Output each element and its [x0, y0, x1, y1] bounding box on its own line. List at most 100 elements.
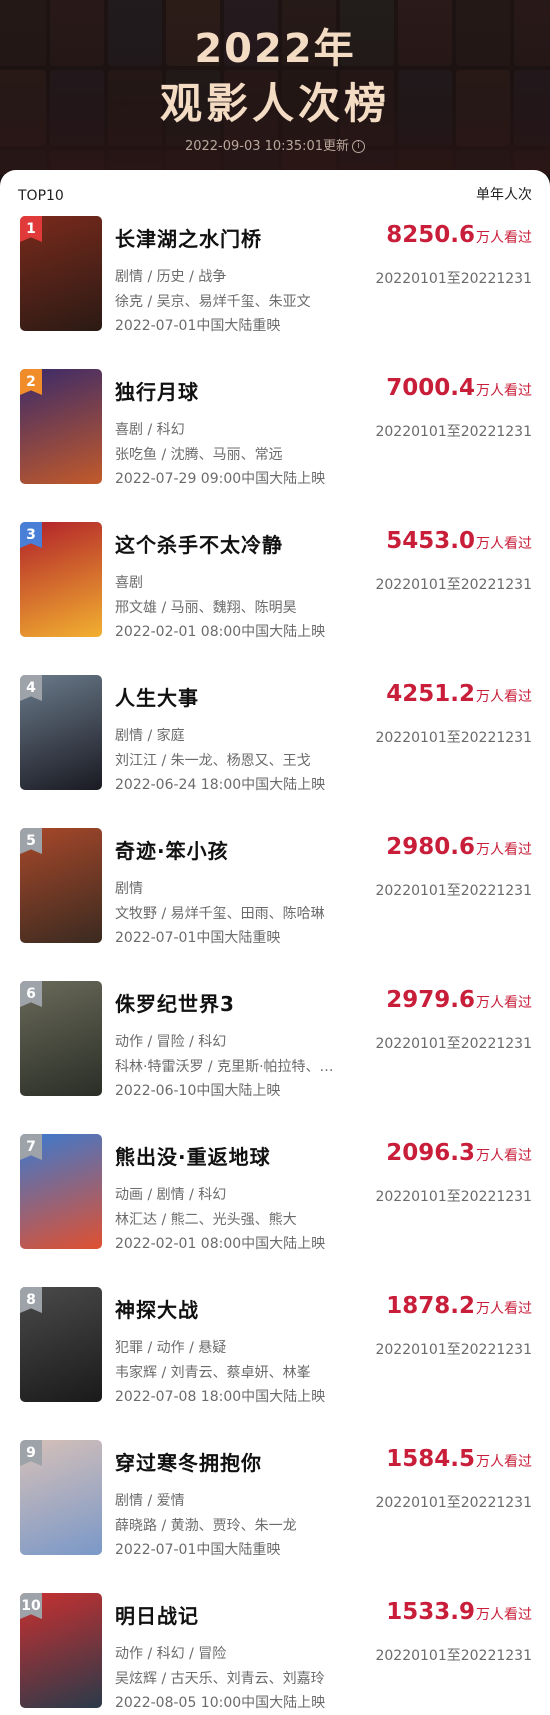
count-period: 20220101至20221231 [375, 271, 532, 287]
viewer-count-unit: 万人看过 [476, 689, 532, 705]
movie-title: 穿过寒冬拥抱你 [115, 1451, 262, 1475]
movie-poster[interactable]: 1 [20, 216, 102, 331]
movie-poster[interactable]: 2 [20, 369, 102, 484]
top10-label: TOP10 [18, 188, 64, 204]
update-time: 2022-09-03 10:35:01更新 i [0, 135, 550, 154]
count-period: 20220101至20221231 [375, 1495, 532, 1511]
movie-genre: 犯罪 / 动作 / 悬疑 [115, 1340, 227, 1356]
viewer-count: 7000.4万人看过 [386, 375, 532, 401]
ranking-card: TOP10 单年人次 1 长津湖之水门桥 8250.6万人看过剧情 / 历史 / 战… [0, 170, 550, 1715]
release-info: 2022-02-01 08:00中国大陆上映 [115, 624, 326, 640]
release-info: 2022-08-05 10:00中国大陆上映 [115, 1695, 326, 1711]
release-info: 2022-07-01中国大陆重映 [115, 1542, 281, 1558]
movie-title: 侏罗纪世界3 [115, 992, 235, 1016]
movie-genre: 动画 / 剧情 / 科幻 [115, 1187, 227, 1203]
movie-row[interactable]: 5 奇迹·笨小孩 2980.6万人看过剧情 20220101至20221231 文牧野 … [0, 816, 550, 969]
viewer-count: 1533.9万人看过 [386, 1599, 532, 1625]
movie-genre: 动作 / 冒险 / 科幻 [115, 1034, 227, 1050]
movie-cast: 林汇达 / 熊二、光头强、熊大 [115, 1212, 297, 1228]
viewer-count: 8250.6万人看过 [386, 222, 532, 248]
movie-row[interactable]: 2 独行月球 7000.4万人看过喜剧 / 科幻 20220101至20221231 张… [0, 357, 550, 510]
movie-title: 这个杀手不太冷静 [115, 533, 283, 557]
movie-cast: 文牧野 / 易烊千玺、田雨、陈哈琳 [115, 906, 325, 922]
movie-poster[interactable]: 4 [20, 675, 102, 790]
viewer-count-unit: 万人看过 [476, 1607, 532, 1623]
movie-title: 明日战记 [115, 1604, 199, 1628]
movie-title: 独行月球 [115, 380, 199, 404]
release-info: 2022-06-10中国大陆上映 [115, 1083, 281, 1099]
movie-row[interactable]: 4 人生大事 4251.2万人看过 剧情 / 家庭 20220101至20221231 刘… [0, 663, 550, 816]
viewer-count: 2096.3万人看过 [386, 1140, 532, 1166]
movie-poster[interactable]: 6 [20, 981, 102, 1096]
release-info: 2022-07-01中国大陆重映 [115, 318, 281, 334]
movie-title: 奇迹·笨小孩 [115, 839, 229, 863]
movie-poster[interactable]: 7 [20, 1134, 102, 1249]
release-info: 2022-07-29 09:00中国大陆上映 [115, 471, 326, 487]
viewer-count-value: 7000.4 [386, 375, 475, 401]
viewer-count-unit: 万人看过 [476, 230, 532, 246]
movie-title: 长津湖之水门桥 [115, 227, 262, 251]
viewer-count: 2980.6万人看过 [386, 834, 532, 860]
movie-cast: 徐克 / 吴京、易烊千玺、朱亚文 [115, 294, 311, 310]
count-period: 20220101至20221231 [375, 1648, 532, 1664]
annual-count-label: 单年人次 [476, 187, 532, 203]
list-title: 观影人次榜 [159, 79, 390, 128]
info-icon[interactable]: i [352, 140, 366, 153]
viewer-count-value: 1584.5 [386, 1446, 475, 1472]
year-title: 2022年 [194, 26, 356, 72]
viewer-count-unit: 万人看过 [476, 1148, 532, 1164]
viewer-count-value: 2980.6 [386, 834, 475, 860]
movie-cast: 刘江江 / 朱一龙、杨恩又、王戈 [115, 753, 311, 769]
viewer-count-value: 2096.3 [386, 1140, 475, 1166]
movie-row[interactable]: 1 长津湖之水门桥 8250.6万人看过剧情 / 历史 / 战争 20220101至2… [0, 204, 550, 357]
movie-row[interactable]: 3 这个杀手不太冷静 5453.0万人看过喜剧 20220101至20221231 邢文… [0, 510, 550, 663]
movie-genre: 剧情 / 爱情 [115, 1493, 185, 1509]
movie-genre: 动作 / 科幻 / 冒险 [115, 1646, 227, 1662]
count-period: 20220101至20221231 [375, 1189, 532, 1205]
movie-poster[interactable]: 3 [20, 522, 102, 637]
viewer-count-unit: 万人看过 [476, 1301, 532, 1317]
movie-cast: 薛晓路 / 黄渤、贾玲、朱一龙 [115, 1518, 297, 1534]
movie-cast: 张吃鱼 / 沈腾、马丽、常远 [115, 447, 283, 463]
viewer-count: 2979.6万人看过 [386, 987, 532, 1013]
table-header: TOP10 单年人次 [0, 170, 550, 204]
viewer-count-value: 1533.9 [386, 1599, 475, 1625]
movie-genre: 剧情 / 历史 / 战争 [115, 269, 227, 285]
movie-poster[interactable]: 10 [20, 1593, 102, 1708]
movie-row[interactable]: 9 穿过寒冬拥抱你 1584.5万人看过剧情 / 爱情 20220101至202212… [0, 1428, 550, 1581]
movie-title: 熊出没·重返地球 [115, 1145, 271, 1169]
count-period: 20220101至20221231 [375, 883, 532, 899]
movie-row[interactable]: 6 侏罗纪世界3 2979.6万人看过动作 / 冒险 / 科幻 20220101至20… [0, 969, 550, 1122]
movie-poster[interactable]: 5 [20, 828, 102, 943]
release-info: 2022-07-08 18:00中国大陆上映 [115, 1389, 326, 1405]
count-period: 20220101至20221231 [375, 1342, 532, 1358]
movie-genre: 剧情 [115, 881, 143, 897]
count-period: 20220101至20221231 [375, 424, 532, 440]
viewer-count-unit: 万人看过 [476, 536, 532, 552]
count-period: 20220101至20221231 [375, 1036, 532, 1052]
movie-title: 神探大战 [115, 1298, 199, 1322]
movie-genre: 喜剧 / 科幻 [115, 422, 185, 438]
viewer-count: 1584.5万人看过 [386, 1446, 532, 1472]
movie-list: 1 长津湖之水门桥 8250.6万人看过剧情 / 历史 / 战争 20220101至2… [0, 204, 550, 1715]
movie-cast: 邢文雄 / 马丽、魏翔、陈明昊 [115, 600, 297, 616]
movie-poster[interactable]: 8 [20, 1287, 102, 1402]
viewer-count-value: 5453.0 [386, 528, 475, 554]
viewer-count-value: 1878.2 [386, 1293, 475, 1319]
count-period: 20220101至20221231 [375, 577, 532, 593]
release-info: 2022-02-01 08:00中国大陆上映 [115, 1236, 326, 1252]
release-info: 2022-07-01中国大陆重映 [115, 930, 281, 946]
movie-genre: 喜剧 [115, 575, 143, 591]
movie-cast: 科林·特雷沃罗 / 克里斯·帕拉特、… [115, 1059, 334, 1075]
count-period: 20220101至20221231 [375, 730, 532, 746]
movie-poster[interactable]: 9 [20, 1440, 102, 1555]
movie-row[interactable]: 8 神探大战 1878.2万人看过犯罪 / 动作 / 悬疑 20220101至2022… [0, 1275, 550, 1428]
movie-row[interactable]: 10 明日战记 1533.9万人看过动作 / 科幻 / 冒险 20220101至202… [0, 1581, 550, 1715]
viewer-count-unit: 万人看过 [476, 383, 532, 399]
viewer-count-unit: 万人看过 [476, 1454, 532, 1470]
movie-genre: 剧情 / 家庭 [115, 728, 185, 744]
viewer-count: 1878.2万人看过 [386, 1293, 532, 1319]
movie-row[interactable]: 7 熊出没·重返地球 2096.3万人看过动画 / 剧情 / 科幻 20220101至… [0, 1122, 550, 1275]
movie-title: 人生大事 [115, 686, 199, 710]
viewer-count: 5453.0万人看过 [386, 528, 532, 554]
